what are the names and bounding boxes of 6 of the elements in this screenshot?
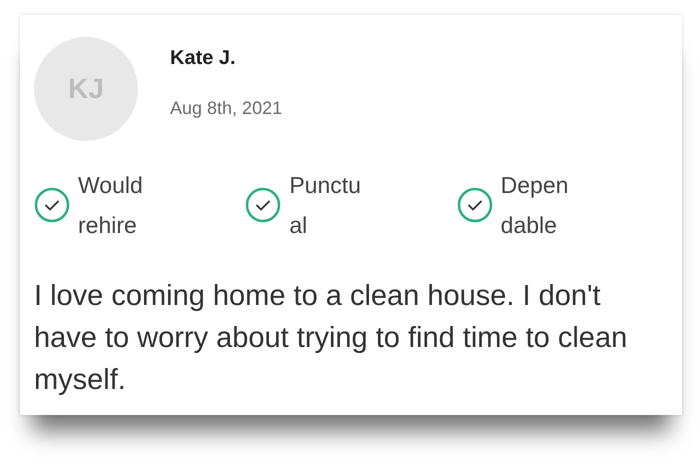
review-date: Aug 8th, 2021 (170, 97, 282, 120)
reviewer-name: Kate J. (170, 46, 237, 71)
tag-label: Would rehire (78, 171, 144, 240)
tag-label: Punctual (289, 171, 362, 240)
review-text: I love coming home to a clean house. I don't have to worry about trying to find time to clean myself. (34, 279, 628, 398)
tag-label: Dependable (500, 171, 570, 240)
